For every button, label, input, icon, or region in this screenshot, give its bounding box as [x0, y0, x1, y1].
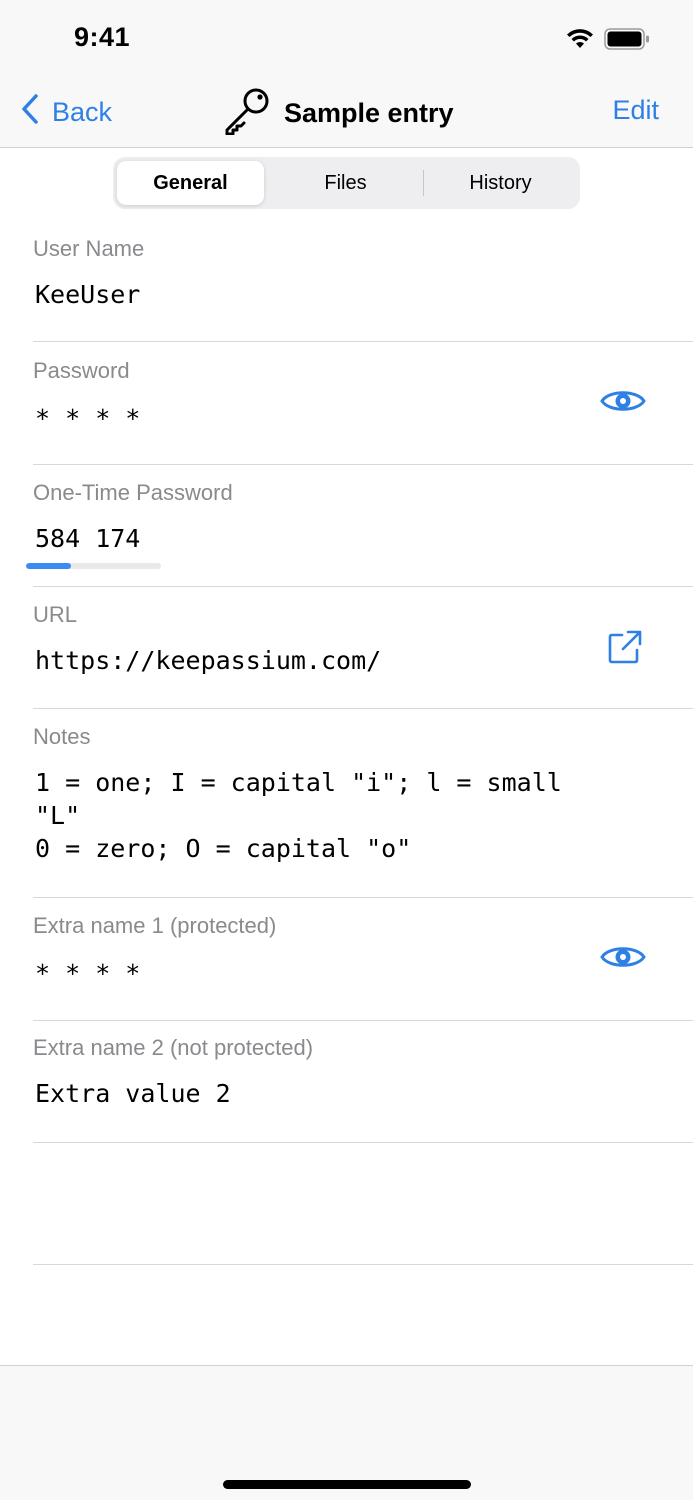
- field-label: Notes: [33, 724, 91, 749]
- chevron-left-icon: [20, 93, 52, 132]
- field-extra-1[interactable]: Extra name 1 (protected) * * * *: [33, 899, 693, 1021]
- otp-progress-bar: [26, 563, 161, 569]
- navigation-bar: Back Sample entry Edit: [0, 80, 693, 148]
- field-otp[interactable]: One-Time Password 584 174: [26, 466, 693, 587]
- home-indicator: [223, 1480, 471, 1489]
- field-value[interactable]: Extra value 2: [35, 1079, 231, 1108]
- edit-button[interactable]: Edit: [612, 95, 659, 126]
- field-password[interactable]: Password * * * *: [33, 344, 693, 465]
- field-value[interactable]: KeeUser: [35, 280, 140, 309]
- back-label: Back: [52, 96, 113, 127]
- tab-segmented-control: General Files History: [113, 157, 580, 209]
- segment-divider: [423, 170, 424, 196]
- wifi-icon: [566, 28, 594, 55]
- back-button[interactable]: Back: [20, 93, 113, 132]
- field-label: User Name: [33, 236, 145, 261]
- field-label: Extra name 2 (not protected): [33, 1035, 314, 1060]
- field-label: URL: [33, 602, 78, 627]
- otp-progress-fill: [26, 563, 71, 569]
- empty-row: [33, 1143, 693, 1265]
- field-label: One-Time Password: [33, 480, 233, 505]
- external-link-icon[interactable]: [607, 629, 643, 670]
- notes-line[interactable]: 1 = one; I = capital "i"; l = small: [35, 768, 562, 797]
- field-url[interactable]: URL https://keepassium.com/: [33, 588, 693, 709]
- eye-icon[interactable]: [599, 942, 647, 977]
- field-value[interactable]: https://keepassium.com/: [35, 646, 381, 675]
- notes-line[interactable]: 0 = zero; O = capital "o": [35, 834, 411, 863]
- status-time: 9:41: [74, 22, 131, 52]
- status-bar: 9:41: [0, 0, 693, 80]
- field-value[interactable]: * * * *: [35, 959, 140, 988]
- field-value[interactable]: 584 174: [35, 524, 140, 553]
- field-label: Password: [33, 358, 130, 383]
- field-notes[interactable]: Notes 1 = one; I = capital "i"; l = smal…: [33, 710, 693, 898]
- field-extra-2[interactable]: Extra name 2 (not protected) Extra value…: [33, 1021, 693, 1143]
- key-icon: [222, 87, 272, 140]
- page-title: Sample entry: [284, 97, 454, 128]
- nav-title-group: Sample entry: [222, 88, 454, 138]
- tab-files[interactable]: Files: [272, 161, 419, 205]
- eye-icon[interactable]: [599, 386, 647, 421]
- tab-history[interactable]: History: [427, 161, 574, 205]
- field-label: Extra name 1 (protected): [33, 913, 277, 938]
- field-value[interactable]: * * * *: [35, 404, 140, 433]
- battery-icon: [604, 28, 650, 55]
- notes-line[interactable]: "L": [35, 801, 80, 830]
- tab-general[interactable]: General: [117, 161, 264, 205]
- field-username[interactable]: User Name KeeUser: [33, 222, 693, 342]
- bottom-toolbar: [0, 1365, 693, 1500]
